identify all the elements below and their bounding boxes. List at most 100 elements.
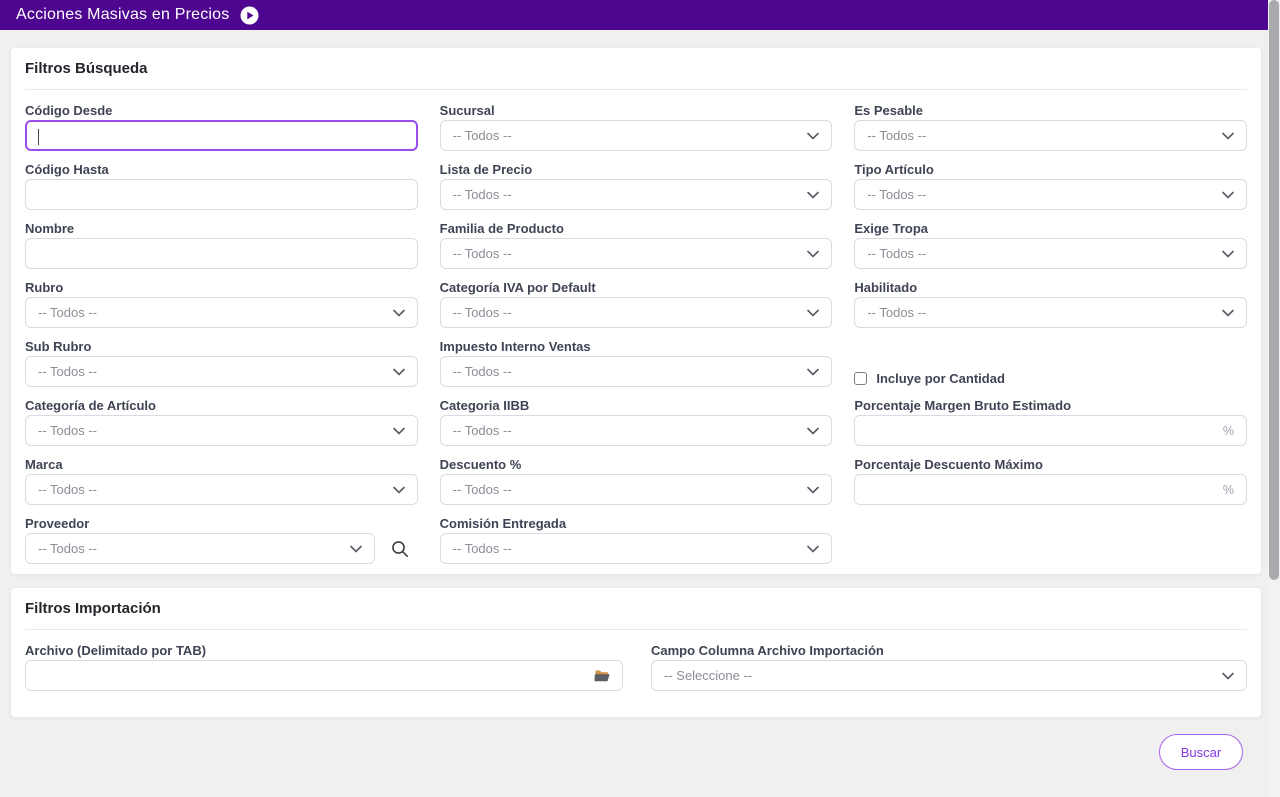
field-rubro: Rubro -- Todos --: [25, 279, 418, 338]
familia-producto-select-value: -- Todos --: [452, 246, 512, 261]
field-incluye-por-cantidad: Incluye por Cantidad: [854, 338, 1247, 397]
margen-bruto-inputwrap: %: [854, 415, 1247, 446]
field-sub-rubro: Sub Rubro -- Todos --: [25, 338, 418, 397]
nombre-label: Nombre: [25, 221, 75, 236]
field-familia-producto: Familia de Producto -- Todos --: [439, 220, 833, 279]
margen-bruto-input[interactable]: [855, 416, 1246, 445]
es-pesable-select[interactable]: -- Todos --: [854, 120, 1247, 151]
chevron-down-icon: [350, 545, 362, 553]
sucursal-select-value: -- Todos --: [452, 128, 512, 143]
habilitado-select-value: -- Todos --: [867, 305, 927, 320]
vertical-scrollbar[interactable]: [1268, 0, 1280, 797]
codigo-desde-input[interactable]: [27, 122, 416, 149]
play-circle-icon[interactable]: [240, 6, 259, 25]
comision-entregada-select[interactable]: -- Todos --: [439, 533, 833, 564]
field-lista-precio: Lista de Precio -- Todos --: [439, 161, 833, 220]
field-categoria-iva: Categoría IVA por Default -- Todos --: [439, 279, 833, 338]
archivo-input[interactable]: [26, 661, 622, 690]
search-filters-title: Filtros Búsqueda: [25, 60, 148, 77]
sucursal-select[interactable]: -- Todos --: [439, 120, 833, 151]
exige-tropa-select[interactable]: -- Todos --: [854, 238, 1247, 269]
descuento-maximo-inputwrap: %: [854, 474, 1247, 505]
chevron-down-icon: [392, 486, 405, 494]
actions-row: Buscar: [0, 734, 1243, 770]
codigo-desde-label: Código Desde: [25, 103, 113, 118]
field-proveedor: Proveedor -- Todos --: [25, 515, 418, 574]
descuento-select[interactable]: -- Todos --: [439, 474, 833, 505]
chevron-down-icon: [1222, 309, 1234, 317]
page-header: Acciones Masivas en Precios: [0, 0, 1268, 30]
archivo-label: Archivo (Delimitado por TAB): [25, 643, 207, 658]
es-pesable-label: Es Pesable: [854, 103, 923, 118]
rubro-select[interactable]: -- Todos --: [25, 297, 418, 328]
import-filters-title: Filtros Importación: [25, 600, 161, 617]
filters-column-3: Es Pesable -- Todos -- Tipo Artículo -- …: [854, 102, 1247, 574]
incluye-por-cantidad-checkbox[interactable]: [854, 371, 868, 385]
field-es-pesable: Es Pesable -- Todos --: [854, 102, 1247, 161]
margen-bruto-label: Porcentaje Margen Bruto Estimado: [854, 398, 1072, 413]
chevron-down-icon: [807, 427, 820, 435]
sub-rubro-label: Sub Rubro: [25, 339, 92, 354]
habilitado-select[interactable]: -- Todos --: [854, 297, 1247, 328]
page-content: Filtros Búsqueda Código Desde Código Has…: [0, 30, 1268, 797]
field-nombre: Nombre: [25, 220, 418, 279]
habilitado-label: Habilitado: [854, 280, 918, 295]
codigo-hasta-label: Código Hasta: [25, 162, 109, 177]
scrollbar-thumb[interactable]: [1269, 0, 1279, 580]
chevron-down-icon: [807, 368, 820, 376]
open-folder-icon[interactable]: [593, 667, 612, 687]
page-title: Acciones Masivas en Precios: [16, 6, 230, 23]
categoria-iva-select[interactable]: -- Todos --: [439, 297, 833, 328]
archivo-inputwrap: [25, 660, 623, 691]
field-categoria-articulo: Categoría de Artículo -- Todos --: [25, 397, 418, 456]
categoria-iva-select-value: -- Todos --: [452, 305, 512, 320]
filters-column-2: Sucursal -- Todos -- Lista de Precio -- …: [439, 102, 833, 574]
field-tipo-articulo: Tipo Artículo -- Todos --: [854, 161, 1247, 220]
incluye-por-cantidad-label[interactable]: Incluye por Cantidad: [876, 371, 1005, 386]
tipo-articulo-select[interactable]: -- Todos --: [854, 179, 1247, 210]
tipo-articulo-label: Tipo Artículo: [854, 162, 934, 177]
campo-columna-select[interactable]: -- Seleccione --: [651, 660, 1247, 691]
categoria-iibb-select-value: -- Todos --: [452, 423, 512, 438]
exige-tropa-label: Exige Tropa: [854, 221, 929, 236]
descuento-select-value: -- Todos --: [452, 482, 512, 497]
es-pesable-select-value: -- Todos --: [867, 128, 927, 143]
proveedor-search-icon[interactable]: [391, 540, 409, 558]
chevron-down-icon: [807, 486, 820, 494]
field-codigo-hasta: Código Hasta: [25, 161, 418, 220]
descuento-maximo-label: Porcentaje Descuento Máximo: [854, 457, 1043, 472]
chevron-down-icon: [392, 427, 405, 435]
categoria-iibb-select[interactable]: -- Todos --: [439, 415, 833, 446]
sub-rubro-select[interactable]: -- Todos --: [25, 356, 418, 387]
field-marca: Marca -- Todos --: [25, 456, 418, 515]
buscar-button[interactable]: Buscar: [1159, 734, 1243, 770]
impuesto-interno-select[interactable]: -- Todos --: [439, 356, 833, 387]
impuesto-interno-label: Impuesto Interno Ventas: [439, 339, 591, 354]
lista-precio-select-value: -- Todos --: [452, 187, 512, 202]
lista-precio-select[interactable]: -- Todos --: [439, 179, 833, 210]
categoria-iva-label: Categoría IVA por Default: [439, 280, 596, 295]
chevron-down-icon: [392, 309, 405, 317]
comision-entregada-select-value: -- Todos --: [452, 541, 512, 556]
import-filters-card: Filtros Importación Archivo (Delimitado …: [11, 588, 1261, 717]
categoria-articulo-select-value: -- Todos --: [38, 423, 97, 438]
field-impuesto-interno: Impuesto Interno Ventas -- Todos --: [439, 338, 833, 397]
chevron-down-icon: [1222, 132, 1234, 140]
field-archivo: Archivo (Delimitado por TAB): [25, 642, 623, 691]
comision-entregada-label: Comisión Entregada: [439, 516, 567, 531]
marca-label: Marca: [25, 457, 63, 472]
search-filters-card: Filtros Búsqueda Código Desde Código Has…: [11, 48, 1261, 574]
nombre-input[interactable]: [26, 239, 417, 268]
descuento-maximo-input[interactable]: [855, 475, 1246, 504]
codigo-hasta-input[interactable]: [26, 180, 417, 209]
rubro-label: Rubro: [25, 280, 64, 295]
categoria-articulo-select[interactable]: -- Todos --: [25, 415, 418, 446]
impuesto-interno-select-value: -- Todos --: [452, 364, 512, 379]
familia-producto-select[interactable]: -- Todos --: [439, 238, 833, 269]
marca-select[interactable]: -- Todos --: [25, 474, 418, 505]
empty-slot: [854, 515, 1247, 574]
chevron-down-icon: [807, 545, 820, 553]
chevron-down-icon: [1222, 250, 1234, 258]
chevron-down-icon: [807, 250, 820, 258]
proveedor-select[interactable]: -- Todos --: [25, 533, 375, 564]
